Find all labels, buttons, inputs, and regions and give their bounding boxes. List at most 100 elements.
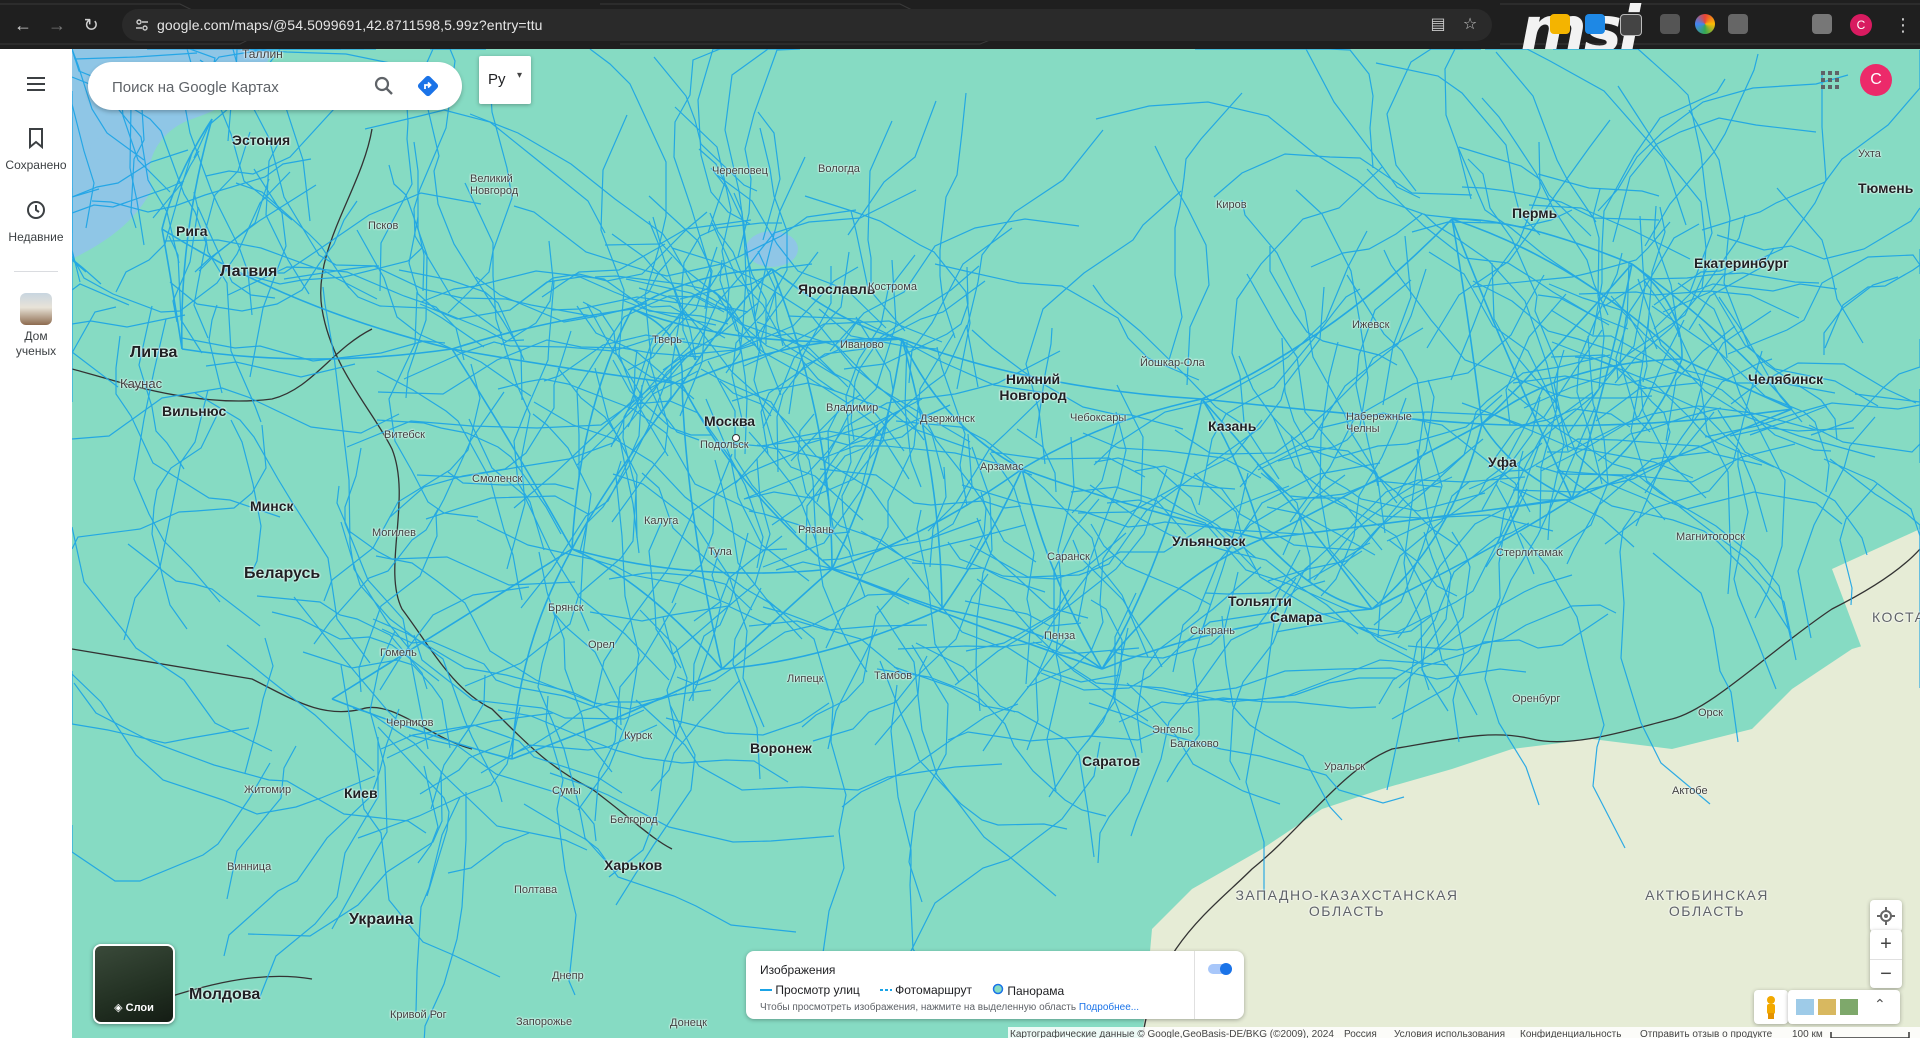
extension-icon[interactable] — [1550, 14, 1570, 34]
map-label: Беларусь — [244, 565, 321, 582]
hamburger-menu-icon — [27, 77, 45, 91]
menu-button[interactable] — [0, 73, 72, 100]
map-label: Полтава — [514, 884, 558, 896]
place-label: Дом ученых — [15, 329, 57, 358]
install-app-icon[interactable]: ▤ — [1428, 15, 1448, 35]
pegman-button[interactable] — [1754, 990, 1788, 1024]
browser-menu-icon[interactable]: ⋮ — [1890, 12, 1916, 38]
extension-icon[interactable] — [1620, 14, 1642, 36]
coverage-road — [323, 363, 481, 602]
coverage-road — [1824, 264, 1920, 349]
coverage-road — [72, 259, 87, 273]
map-label: Оренбург — [1512, 693, 1561, 705]
map-label: Кострома — [868, 281, 917, 293]
map-type-thumb[interactable] — [1840, 999, 1858, 1015]
map-label: Гомель — [380, 647, 417, 659]
coverage-road — [344, 282, 485, 348]
coverage-road — [72, 314, 186, 328]
layers-text: Слои — [125, 1002, 154, 1014]
imagery-type-strip[interactable]: ⌃ — [1788, 990, 1900, 1024]
map-label: Калуга — [644, 515, 679, 527]
coverage-road — [1592, 78, 1726, 336]
zoom-out-button[interactable]: − — [1870, 959, 1902, 989]
coverage-road — [697, 49, 786, 225]
recent-place-item[interactable]: Дом ученых — [0, 293, 72, 359]
coverage-road — [1377, 480, 1471, 639]
forward-button[interactable]: → — [44, 12, 70, 38]
map-label: Арзамас — [980, 461, 1024, 473]
zoom-in-button[interactable]: + — [1870, 930, 1902, 959]
region-label: АКТЮБИНСКАЯ ОБЛАСТЬ — [1645, 887, 1769, 919]
map-label: Ухта — [1858, 148, 1881, 160]
map-label: Владимир — [826, 402, 879, 414]
coverage-road — [1138, 677, 1397, 701]
coverage-road — [500, 240, 554, 346]
map-label: Тюмень — [1858, 180, 1914, 196]
map-label: Тамбов — [874, 670, 913, 682]
coverage-road — [389, 330, 572, 518]
coverage-road — [1467, 158, 1559, 410]
imagery-toggle[interactable] — [1206, 961, 1234, 977]
map-type-thumb[interactable] — [1818, 999, 1836, 1015]
url-text: google.com/maps/@54.5099691,42.8711598,5… — [157, 17, 543, 33]
coverage-road — [1653, 283, 1838, 330]
language-button[interactable]: Ру ▾ — [479, 56, 531, 104]
coverage-highway — [451, 348, 573, 550]
coverage-road — [964, 600, 1082, 627]
more-link[interactable]: Подробнее... — [1079, 1002, 1139, 1013]
map-canvas[interactable]: Эстония Латвия Литва Беларусь Украина Мо… — [72, 49, 1920, 1043]
search-icon[interactable] — [372, 74, 396, 98]
coverage-road — [665, 702, 830, 736]
layers-button[interactable]: ◈ Слои — [93, 944, 175, 1024]
apps-grid-icon[interactable] — [1820, 70, 1840, 90]
map-label: Винница — [227, 861, 272, 873]
coverage-road — [1180, 667, 1527, 696]
search-input[interactable] — [110, 74, 344, 100]
coverage-road — [72, 673, 376, 815]
coverage-road — [947, 731, 1158, 742]
coverage-road — [765, 598, 847, 961]
coverage-highway — [1201, 218, 1453, 400]
coverage-road — [258, 737, 379, 1000]
border-line — [72, 328, 373, 402]
recent-button[interactable]: Недавние — [0, 199, 72, 245]
place-thumbnail — [20, 293, 52, 325]
coverage-road — [1118, 697, 1377, 723]
extension-icon[interactable] — [1660, 14, 1680, 34]
coverage-road — [1082, 432, 1262, 479]
address-bar[interactable]: google.com/maps/@54.5099691,42.8711598,5… — [122, 9, 1492, 41]
map-label: Йошкар-Ола — [1140, 357, 1205, 369]
site-info-icon[interactable] — [134, 17, 150, 33]
bookmark-star-icon[interactable]: ☆ — [1460, 15, 1480, 35]
coverage-road — [425, 495, 591, 520]
map-label: Москва — [704, 413, 756, 429]
imagery-legend: Просмотр улиц Фотомаршрут Панорама — [760, 983, 1064, 998]
coverage-road — [1307, 49, 1374, 169]
back-button[interactable]: ← — [10, 12, 36, 38]
map-label: Уральск — [1324, 761, 1366, 773]
window-bottom-edge — [0, 1038, 1920, 1043]
directions-icon[interactable] — [416, 74, 440, 98]
coverage-road — [226, 745, 297, 900]
map-type-thumb[interactable] — [1796, 999, 1814, 1015]
coverage-road — [971, 446, 993, 712]
map-label: Каунас — [120, 376, 163, 391]
extension-icon[interactable] — [1695, 14, 1715, 34]
panorama-dot-icon — [992, 983, 1004, 995]
browser-profile-avatar[interactable]: C — [1850, 14, 1872, 36]
map-label: Пенза — [1044, 630, 1076, 642]
my-location-button[interactable] — [1870, 900, 1902, 932]
saved-button[interactable]: Сохранено — [0, 127, 72, 173]
extension-icon[interactable] — [1585, 14, 1605, 34]
coverage-road — [1086, 592, 1137, 743]
expand-up-icon[interactable]: ⌃ — [1874, 996, 1886, 1013]
coverage-road — [648, 520, 682, 669]
coverage-road — [403, 337, 686, 380]
coverage-road — [1383, 249, 1653, 399]
side-panel-icon[interactable] — [1812, 14, 1832, 34]
coverage-road — [1553, 49, 1713, 293]
coverage-road — [594, 602, 677, 822]
account-avatar[interactable]: C — [1860, 64, 1892, 96]
extensions-puzzle-icon[interactable] — [1728, 14, 1748, 34]
reload-button[interactable]: ↻ — [78, 12, 104, 38]
